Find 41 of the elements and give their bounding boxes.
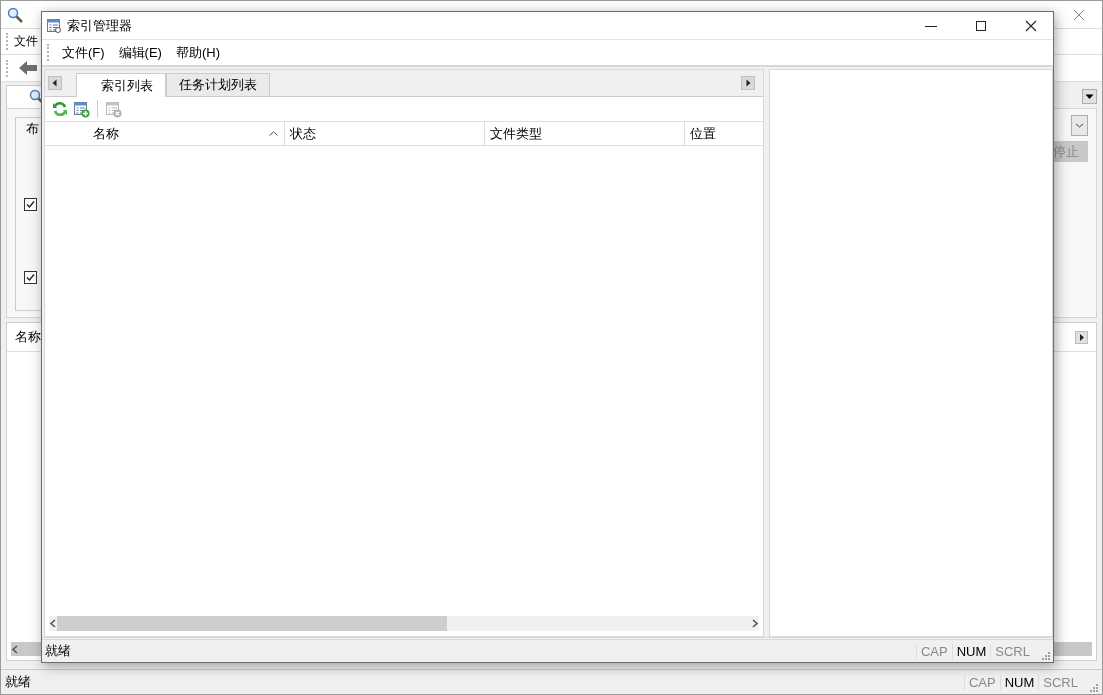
- search-icon: [7, 6, 23, 23]
- back-arrow-icon[interactable]: [19, 61, 37, 75]
- refresh-icon[interactable]: [52, 101, 68, 117]
- key-indicator: SCRL: [1038, 674, 1082, 690]
- maximize-icon[interactable]: [975, 19, 987, 32]
- horizontal-scrollbar[interactable]: [49, 616, 759, 631]
- list-gear-icon: [46, 18, 61, 33]
- column-header[interactable]: 位置: [685, 122, 763, 145]
- menu-item[interactable]: 编辑(E): [111, 43, 169, 62]
- list-add-icon[interactable]: [73, 100, 90, 118]
- menu-item[interactable]: 文件(F): [55, 43, 112, 62]
- menu-item[interactable]: 文件: [11, 33, 41, 50]
- column-header[interactable]: 状态: [285, 122, 485, 145]
- scroll-right-icon[interactable]: [751, 619, 759, 628]
- key-indicator: NUM: [999, 674, 1039, 690]
- scroll-left-button[interactable]: [48, 76, 62, 90]
- key-indicator: NUM: [951, 643, 991, 659]
- key-indicator: CAP: [915, 643, 952, 659]
- close-icon[interactable]: [1025, 19, 1037, 32]
- column-header[interactable]: 名称: [15, 328, 41, 346]
- status-text: 就绪: [5, 673, 31, 691]
- checkbox[interactable]: [24, 271, 37, 284]
- key-indicator: CAP: [963, 674, 1000, 690]
- column-header[interactable]: 文件类型: [485, 122, 685, 145]
- scroll-left-icon[interactable]: [49, 619, 57, 628]
- tab[interactable]: 索引列表: [76, 73, 166, 97]
- resize-grip-icon[interactable]: [1040, 650, 1050, 660]
- scroll-right-button[interactable]: [741, 76, 755, 90]
- scroll-left-icon[interactable]: [11, 644, 19, 654]
- column-header[interactable]: 名称: [45, 122, 285, 145]
- key-indicator: SCRL: [990, 643, 1034, 659]
- scroll-thumb[interactable]: [57, 616, 447, 631]
- checkbox[interactable]: [24, 198, 37, 211]
- scroll-right-button[interactable]: [1075, 330, 1088, 344]
- status-text: 就绪: [45, 642, 71, 660]
- dropdown-button[interactable]: [1082, 89, 1097, 104]
- window-title: 索引管理器: [67, 16, 132, 35]
- tab[interactable]: 任务计划列表: [166, 73, 270, 96]
- menu-item[interactable]: 帮助(H): [168, 43, 227, 62]
- resize-grip-icon[interactable]: [1088, 682, 1098, 692]
- group-label: 布: [26, 120, 39, 138]
